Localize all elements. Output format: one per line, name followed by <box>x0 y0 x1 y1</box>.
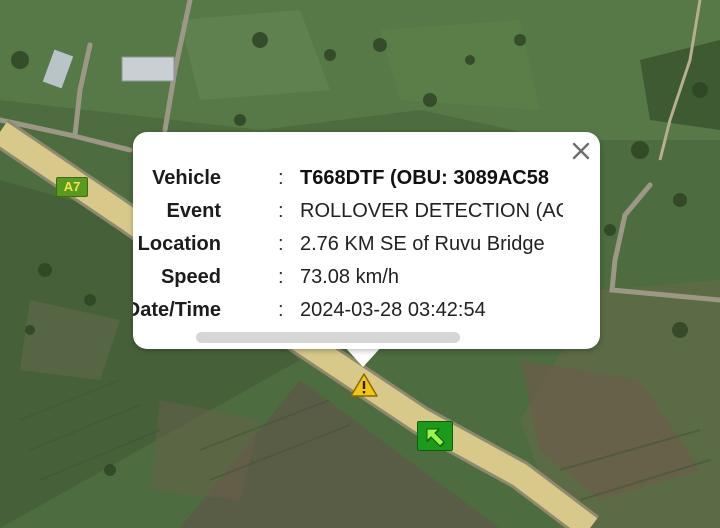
popup-content[interactable]: Vehicle : T668DTF (OBU: 3089AC58 Event :… <box>133 154 563 324</box>
datetime-value: 2024-03-28 03:42:54 <box>300 299 486 321</box>
warning-triangle-icon <box>350 373 378 397</box>
popup-row-vehicle: Vehicle : T668DTF (OBU: 3089AC58 <box>133 162 563 195</box>
popup-row-datetime: Date/Time : 2024-03-28 03:42:54 <box>133 294 563 324</box>
popup-row-location: Location : 2.76 KM SE of Ruvu Bridge <box>133 228 563 261</box>
speed-value: 73.08 km/h <box>300 266 399 288</box>
horizontal-scrollbar[interactable] <box>196 332 460 343</box>
separator: : <box>278 167 284 189</box>
close-icon <box>572 142 590 160</box>
vehicle-label: Vehicle <box>152 167 221 189</box>
location-value: 2.76 KM SE of Ruvu Bridge <box>300 233 545 255</box>
route-shield-a7: A7 <box>56 177 88 197</box>
arrow-up-left-icon <box>426 428 445 447</box>
speed-label: Speed <box>160 266 221 288</box>
datetime-label: Date/Time <box>133 299 221 321</box>
separator: : <box>278 299 284 321</box>
separator: : <box>278 200 284 222</box>
location-label: Location <box>137 233 221 255</box>
warning-marker[interactable] <box>349 372 379 398</box>
event-info-popup: Vehicle : T668DTF (OBU: 3089AC58 Event :… <box>133 132 600 349</box>
event-value: ROLLOVER DETECTION (AC <box>300 200 563 222</box>
close-button[interactable] <box>570 140 592 162</box>
separator: : <box>278 233 284 255</box>
popup-row-event: Event : ROLLOVER DETECTION (AC <box>133 195 563 228</box>
popup-row-speed: Speed : 73.08 km/h <box>133 261 563 294</box>
event-label: Event <box>166 200 221 222</box>
vehicle-value: T668DTF (OBU: 3089AC58 <box>300 167 549 189</box>
separator: : <box>278 266 284 288</box>
vehicle-marker[interactable] <box>417 421 453 451</box>
